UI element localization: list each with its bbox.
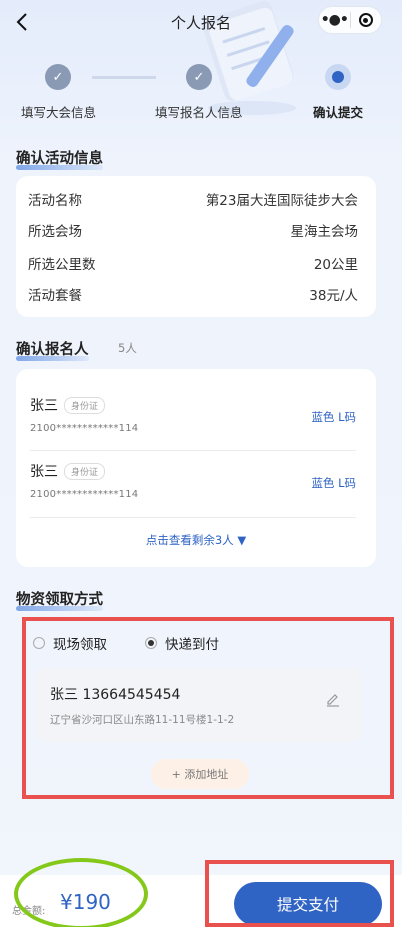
target-circle-icon[interactable]: [351, 13, 382, 27]
registrants-card: 张三 身份证 2100************114 蓝色 L码 张三 身份证 …: [16, 369, 376, 567]
id-type-badge: 身份证: [64, 397, 106, 414]
apparel-spec: 蓝色 L码: [311, 476, 356, 490]
info-label: 活动名称: [28, 193, 82, 209]
person-name: 张三: [30, 464, 58, 480]
delivery-section-title: 物资领取方式: [16, 588, 103, 611]
info-row: 所选会场 星海主会场: [28, 219, 358, 241]
highlight-box-delivery: [22, 617, 394, 799]
info-row: 所选公里数 20公里: [28, 252, 358, 274]
list-item[interactable]: 张三 身份证 2100************114 蓝色 L码: [30, 461, 356, 511]
nav-bar: 个人报名 •●•: [0, 0, 402, 115]
info-row: 活动套餐 38元/人: [28, 283, 358, 305]
registrant-count: 5人: [118, 341, 137, 355]
highlight-ellipse-total: [14, 858, 148, 927]
step-2-label: 填写报名人信息: [155, 105, 243, 120]
info-label: 所选公里数: [28, 257, 96, 273]
progress-steps: ✓ ✓ 填写大会信息 填写报名人信息 确认提交: [0, 62, 402, 122]
step-1-check-icon: ✓: [45, 64, 71, 90]
activity-section-title: 确认活动信息: [16, 147, 103, 170]
list-item[interactable]: 张三 身份证 2100************114 蓝色 L码: [30, 395, 356, 445]
view-more-link[interactable]: 点击查看剩余3人 ▼: [16, 532, 376, 548]
step-3-active-dot-icon: [325, 64, 351, 90]
step-3-label: 确认提交: [313, 105, 364, 120]
registrants-section-title: 确认报名人: [16, 338, 89, 361]
divider: [30, 517, 356, 518]
info-row: 活动名称 第23届大连国际徒步大会: [28, 188, 358, 210]
id-number: 2100************114: [30, 489, 139, 500]
triangle-down-icon: ▼: [237, 533, 247, 547]
step-1-label: 填写大会信息: [21, 105, 97, 120]
step-2-check-icon: ✓: [186, 64, 212, 90]
view-more-text: 点击查看剩余3人: [145, 533, 234, 547]
mini-program-capsule: •●•: [318, 6, 382, 34]
highlight-box-pay: [205, 860, 394, 927]
more-dots-icon[interactable]: •●•: [319, 12, 350, 28]
id-number: 2100************114: [30, 423, 139, 434]
info-label: 活动套餐: [28, 288, 82, 304]
apparel-spec: 蓝色 L码: [311, 410, 356, 424]
step-connector: [92, 76, 156, 79]
info-value: 38元/人: [309, 288, 358, 304]
info-value: 星海主会场: [290, 224, 359, 240]
activity-info-card: 活动名称 第23届大连国际徒步大会 所选会场 星海主会场 所选公里数 20公里 活动套…: [16, 176, 376, 317]
info-label: 所选会场: [28, 224, 82, 240]
person-name: 张三: [30, 398, 58, 414]
id-type-badge: 身份证: [64, 463, 106, 480]
divider: [30, 450, 356, 451]
info-value: 第23届大连国际徒步大会: [205, 193, 358, 209]
info-value: 20公里: [313, 257, 358, 273]
